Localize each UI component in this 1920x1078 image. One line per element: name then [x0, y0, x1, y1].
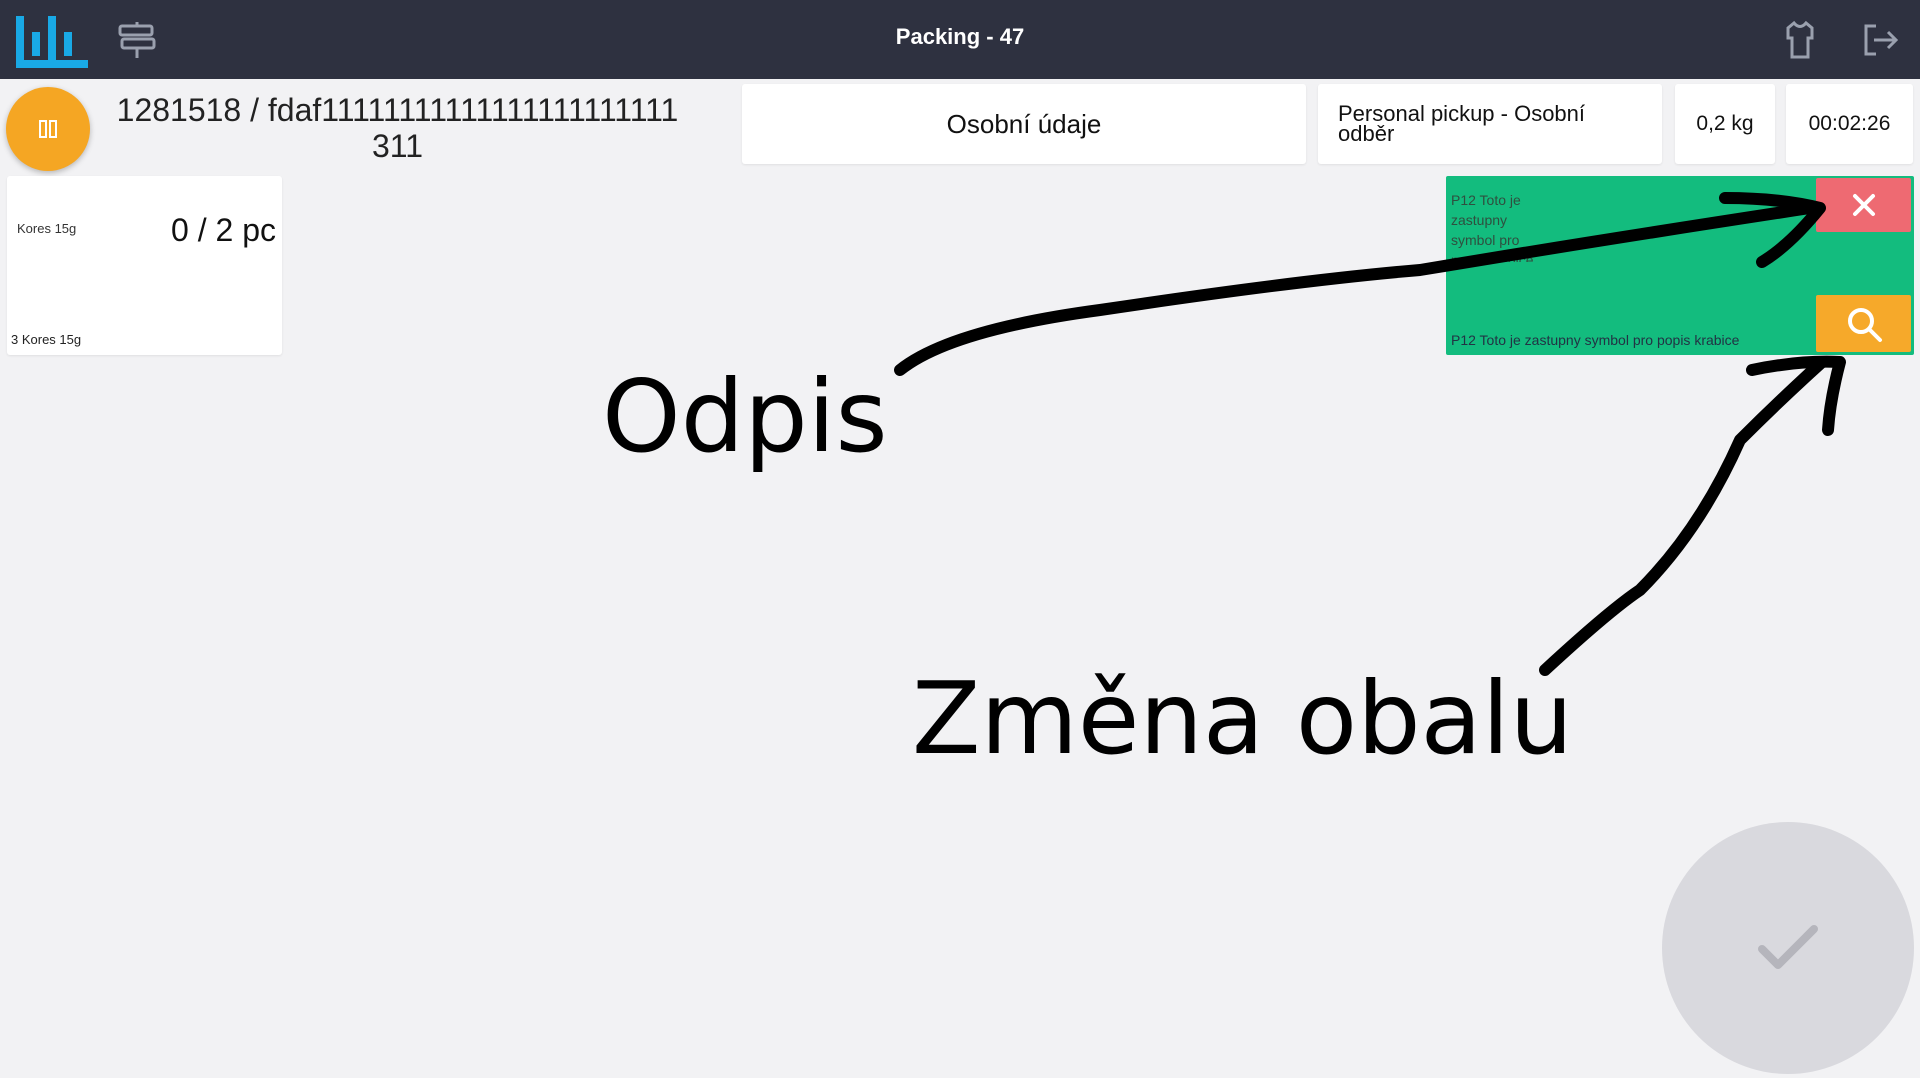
delivery-method: Personal pickup - Osobní odběr: [1338, 101, 1586, 146]
logout-icon[interactable]: [1856, 16, 1904, 64]
pause-icon: [39, 120, 57, 138]
annotation-change-label: Změna obalu: [912, 660, 1573, 777]
close-icon: [1852, 194, 1875, 216]
change-package-button[interactable]: [1816, 295, 1911, 352]
page-title: Packing - 47: [895, 24, 1025, 49]
checkmark-icon: [1758, 925, 1818, 969]
weight-box: 0,2 kg: [1675, 84, 1775, 164]
shirt-icon[interactable]: [1776, 16, 1824, 64]
personal-data-button[interactable]: Osobní údaje: [742, 84, 1306, 164]
weight-value: 0,2 kg: [1696, 112, 1754, 135]
timer-value: 00:02:26: [1808, 112, 1891, 135]
product-quantity: 0 / 2 pc: [171, 212, 276, 248]
delivery-method-box: Personal pickup - Osobní odběr: [1318, 84, 1662, 164]
top-bar: Packing - 47: [0, 0, 1920, 79]
product-card[interactable]: Kores 15g 0 / 2 pc 3 Kores 15g: [7, 176, 282, 355]
order-number: 1281518 / fdaf11111111111111111111111311: [116, 92, 679, 164]
product-name: 3 Kores 15g: [11, 332, 82, 347]
personal-data-label: Osobní údaje: [946, 108, 1102, 139]
package-card: P12 Toto je zastupny symbol pro popis kr…: [1446, 176, 1914, 355]
package-image: P12 Toto je zastupny symbol pro popis kr…: [1451, 192, 1534, 262]
search-icon: [1847, 307, 1882, 342]
timer-box: 00:02:26: [1786, 84, 1913, 164]
annotation-remove-label: Odpis: [602, 358, 888, 475]
package-name: P12 Toto je zastupny symbol pro popis kr…: [1451, 332, 1740, 348]
pause-button[interactable]: [6, 87, 90, 171]
remove-package-button[interactable]: [1816, 178, 1911, 232]
product-image: Kores 15g: [17, 221, 77, 236]
confirm-button[interactable]: [1662, 822, 1914, 1074]
